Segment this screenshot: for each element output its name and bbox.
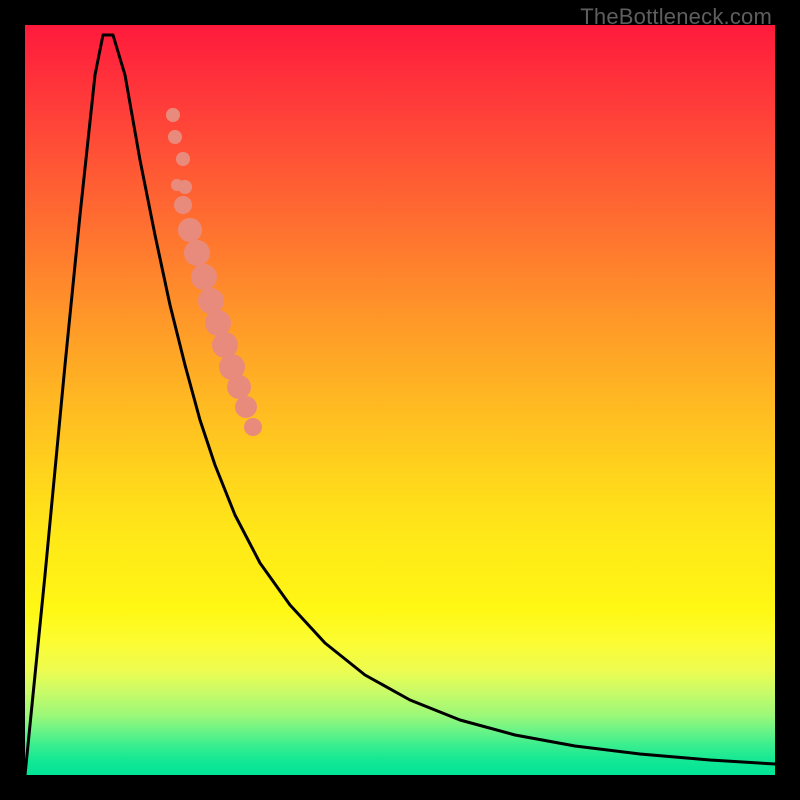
bottleneck-curve <box>25 25 775 775</box>
scatter-dot <box>178 180 192 194</box>
scatter-dot <box>212 332 238 358</box>
plot-area <box>25 25 775 775</box>
scatter-dot <box>198 288 224 314</box>
scatter-dot <box>166 108 180 122</box>
scatter-dot <box>235 396 257 418</box>
scatter-dot <box>176 152 190 166</box>
scatter-dot <box>227 375 251 399</box>
watermark-text: TheBottleneck.com <box>580 4 772 30</box>
scatter-dot <box>178 218 202 242</box>
curve-path <box>25 35 775 775</box>
scatter-dot <box>205 310 231 336</box>
scatter-dot <box>244 418 262 436</box>
chart-frame: TheBottleneck.com <box>0 0 800 800</box>
scatter-dot <box>168 130 182 144</box>
scatter-dot <box>184 240 210 266</box>
scatter-dot <box>191 264 217 290</box>
scatter-dot <box>174 196 192 214</box>
